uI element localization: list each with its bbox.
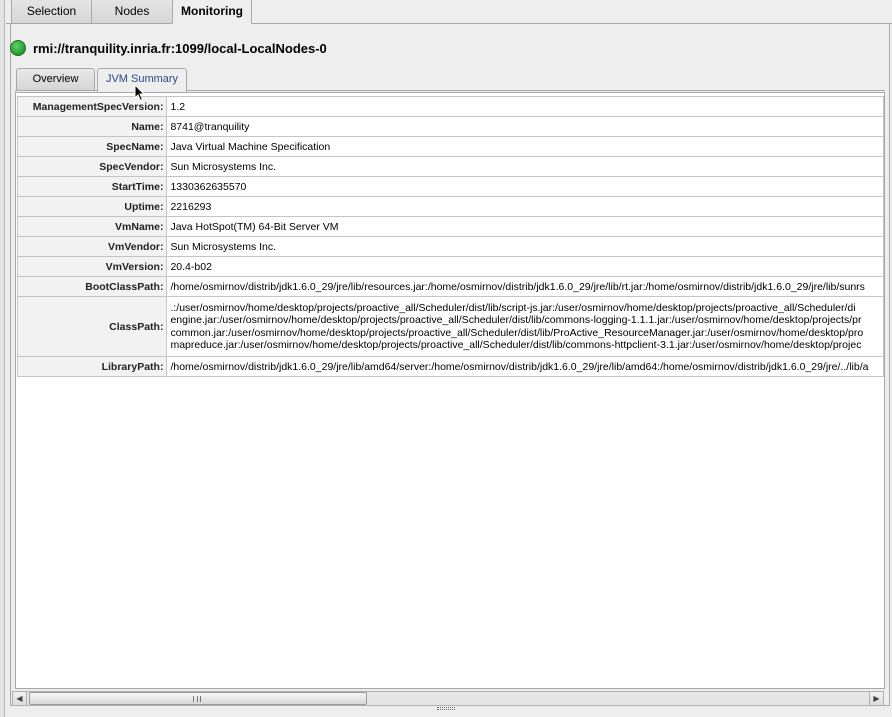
tab-selection[interactable]: Selection (11, 0, 92, 23)
property-value: 2216293 (166, 196, 884, 217)
node-url: rmi://tranquility.inria.fr:1099/local-Lo… (33, 40, 327, 56)
property-value: /home/osmirnov/distrib/jdk1.6.0_29/jre/l… (166, 356, 884, 377)
property-row: VmName: Java HotSpot(TM) 64-Bit Server VM (16, 216, 884, 237)
property-value: Sun Microsystems Inc. (166, 236, 884, 257)
node-header: rmi://tranquility.inria.fr:1099/local-Lo… (10, 39, 327, 57)
property-value: /home/osmirnov/distrib/jdk1.6.0_29/jre/l… (166, 276, 884, 297)
tab-overview[interactable]: Overview (16, 68, 95, 90)
property-row: VmVersion: 20.4-b02 (16, 256, 884, 277)
left-border (0, 0, 5, 717)
property-key: VmName: (16, 216, 168, 237)
mouse-cursor-icon (134, 84, 146, 102)
jvm-properties-table: ManagementSpecVersion: 1.2 Name: 8741@tranq… (16, 96, 884, 377)
property-key: Uptime: (16, 196, 168, 217)
property-row: BootClassPath:/home/osmirnov/distrib/jdk… (16, 276, 884, 297)
property-key: StartTime: (16, 176, 168, 197)
property-value: 1.2 (166, 96, 884, 117)
property-value: .:/user/osmirnov/home/desktop/projects/p… (166, 296, 884, 357)
property-key: SpecName: (16, 136, 168, 157)
property-key: VmVendor: (16, 236, 168, 257)
tab-monitoring[interactable]: Monitoring (172, 0, 252, 24)
property-key: BootClassPath: (16, 276, 168, 297)
grip-icon (193, 696, 201, 702)
property-value: Java HotSpot(TM) 64-Bit Server VM (166, 216, 884, 237)
property-row: StartTime: 1330362635570 (16, 176, 884, 197)
property-value: 8741@tranquility (166, 116, 884, 137)
property-key: ClassPath: (16, 296, 168, 357)
scrollbar-thumb[interactable] (29, 692, 367, 705)
scroll-right-icon[interactable]: ▶ (869, 692, 883, 705)
property-key: Name: (16, 116, 168, 137)
status-dot-icon (10, 40, 26, 56)
property-key: VmVersion: (16, 256, 168, 277)
property-value: Sun Microsystems Inc. (166, 156, 884, 177)
property-value: Java Virtual Machine Specification (166, 136, 884, 157)
property-row: ClassPath: .:/user/osmirnov/home/desktop/… (16, 296, 884, 357)
tab-nodes[interactable]: Nodes (91, 0, 173, 23)
property-row: Uptime: 2216293 (16, 196, 884, 217)
property-row: SpecVendor: Sun Microsystems Inc. (16, 156, 884, 177)
property-value: 1330362635570 (166, 176, 884, 197)
scroll-left-icon[interactable]: ◀ (13, 692, 27, 705)
property-row: Name: 8741@tranquility (16, 116, 884, 137)
property-row: SpecName: Java Virtual Machine Specificat… (16, 136, 884, 157)
property-value: 20.4-b02 (166, 256, 884, 277)
property-key: SpecVendor: (16, 156, 168, 177)
property-key: LibraryPath: (16, 356, 168, 377)
property-row: ManagementSpecVersion: 1.2 (16, 96, 884, 117)
horizontal-scrollbar[interactable]: ◀ ▶ (12, 691, 884, 706)
split-handle-icon[interactable] (437, 707, 455, 710)
property-row: LibraryPath:/home/osmirnov/distrib/jdk1.… (16, 356, 884, 377)
property-row: VmVendor: Sun Microsystems Inc. (16, 236, 884, 257)
jvm-summary-content: ManagementSpecVersion: 1.2 Name: 8741@tranq… (15, 92, 885, 689)
top-tab-bar: Selection Nodes Monitoring (6, 0, 892, 24)
